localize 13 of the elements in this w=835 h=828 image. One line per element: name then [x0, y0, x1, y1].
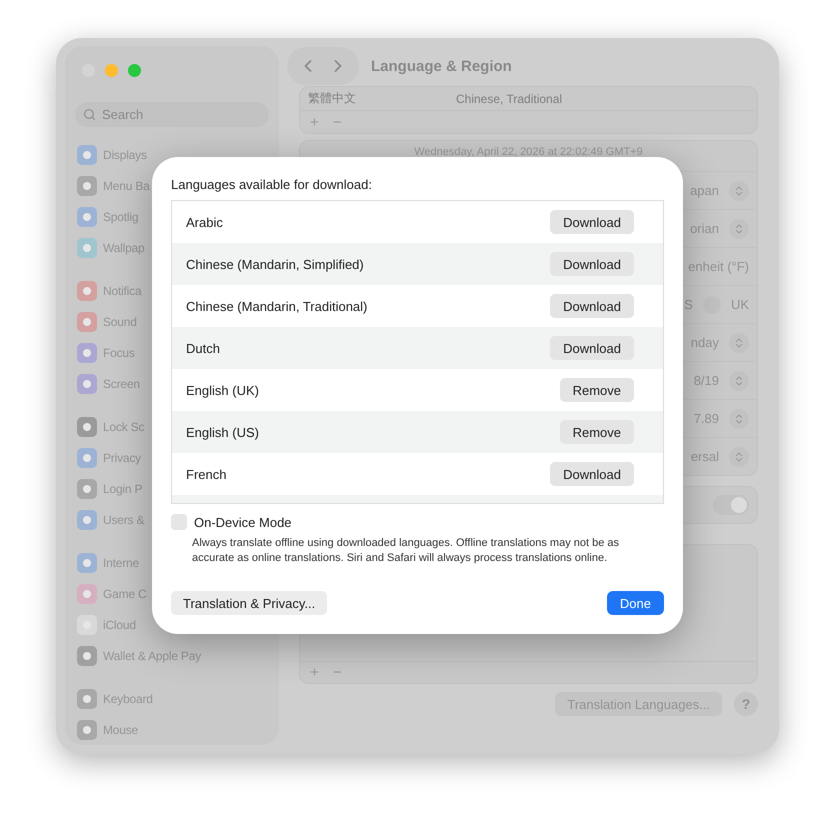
- language-name: Dutch: [186, 340, 220, 356]
- window-title: Language & Region: [371, 58, 512, 74]
- language-name: English (UK): [186, 382, 259, 398]
- language-detail: Chinese, Traditional: [456, 92, 562, 106]
- language-name: Chinese (Mandarin, Traditional): [186, 298, 368, 314]
- language-name: Chinese (Mandarin, Simplified): [186, 256, 364, 272]
- language-name: French: [186, 466, 226, 482]
- checkbox-label: On-Device Mode: [194, 514, 292, 530]
- dialog-title: Languages available for download:: [171, 177, 373, 192]
- language-name: English (US): [186, 424, 259, 440]
- description-text: Always translate offline using downloaded languages. Offline translations may not be as accurate as online translations. Siri and Safari will always process translations online.: [192, 536, 620, 566]
- language-name: Arabic: [186, 214, 223, 230]
- language-name: 繁體中文: [308, 90, 356, 107]
